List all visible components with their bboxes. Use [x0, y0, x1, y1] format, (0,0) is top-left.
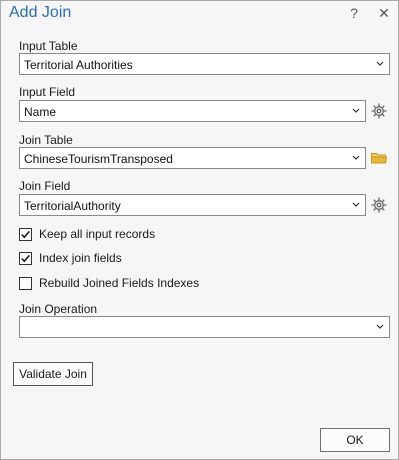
title-bar: Add Join ? ✕ — [1, 1, 398, 27]
input-field-value: Name — [24, 105, 57, 119]
chevron-down-icon — [352, 155, 360, 160]
join-operation-label: Join Operation — [19, 302, 98, 316]
rebuild-indexes-checkbox[interactable] — [19, 277, 32, 290]
validate-join-button[interactable]: Validate Join — [13, 362, 93, 386]
join-table-label: Join Table — [19, 133, 73, 147]
chevron-down-icon — [352, 108, 360, 113]
checkmark-icon — [21, 254, 30, 263]
chevron-down-icon — [352, 202, 360, 207]
dialog-title: Add Join — [9, 4, 72, 21]
join-table-value: ChineseTourismTransposed — [24, 152, 173, 166]
ok-button[interactable]: OK — [320, 428, 390, 452]
chevron-down-icon — [376, 61, 384, 66]
join-table-dropdown[interactable]: ChineseTourismTransposed — [19, 147, 366, 169]
close-button[interactable]: ✕ — [377, 5, 391, 21]
chevron-down-icon — [376, 324, 384, 329]
checkmark-icon — [21, 230, 30, 239]
gear-icon[interactable] — [370, 196, 388, 214]
keep-all-records-label[interactable]: Keep all input records — [39, 227, 155, 241]
join-field-dropdown[interactable]: TerritorialAuthority — [19, 194, 366, 216]
input-table-label: Input Table — [19, 39, 78, 53]
help-button[interactable]: ? — [347, 5, 361, 21]
input-table-dropdown[interactable]: Territorial Authorities — [19, 53, 390, 75]
keep-all-records-checkbox[interactable] — [19, 228, 32, 241]
join-field-label: Join Field — [19, 179, 71, 193]
gear-icon[interactable] — [370, 102, 388, 120]
join-field-value: TerritorialAuthority — [24, 199, 121, 213]
index-join-fields-label[interactable]: Index join fields — [39, 251, 122, 265]
input-field-dropdown[interactable]: Name — [19, 100, 366, 122]
input-table-value: Territorial Authorities — [24, 58, 133, 72]
input-field-label: Input Field — [19, 85, 76, 99]
index-join-fields-checkbox[interactable] — [19, 252, 32, 265]
rebuild-indexes-label[interactable]: Rebuild Joined Fields Indexes — [39, 276, 199, 290]
add-join-dialog: Add Join ? ✕ Input Table Territorial Aut… — [0, 0, 399, 460]
folder-icon[interactable] — [370, 149, 388, 167]
join-operation-dropdown[interactable] — [19, 316, 390, 338]
